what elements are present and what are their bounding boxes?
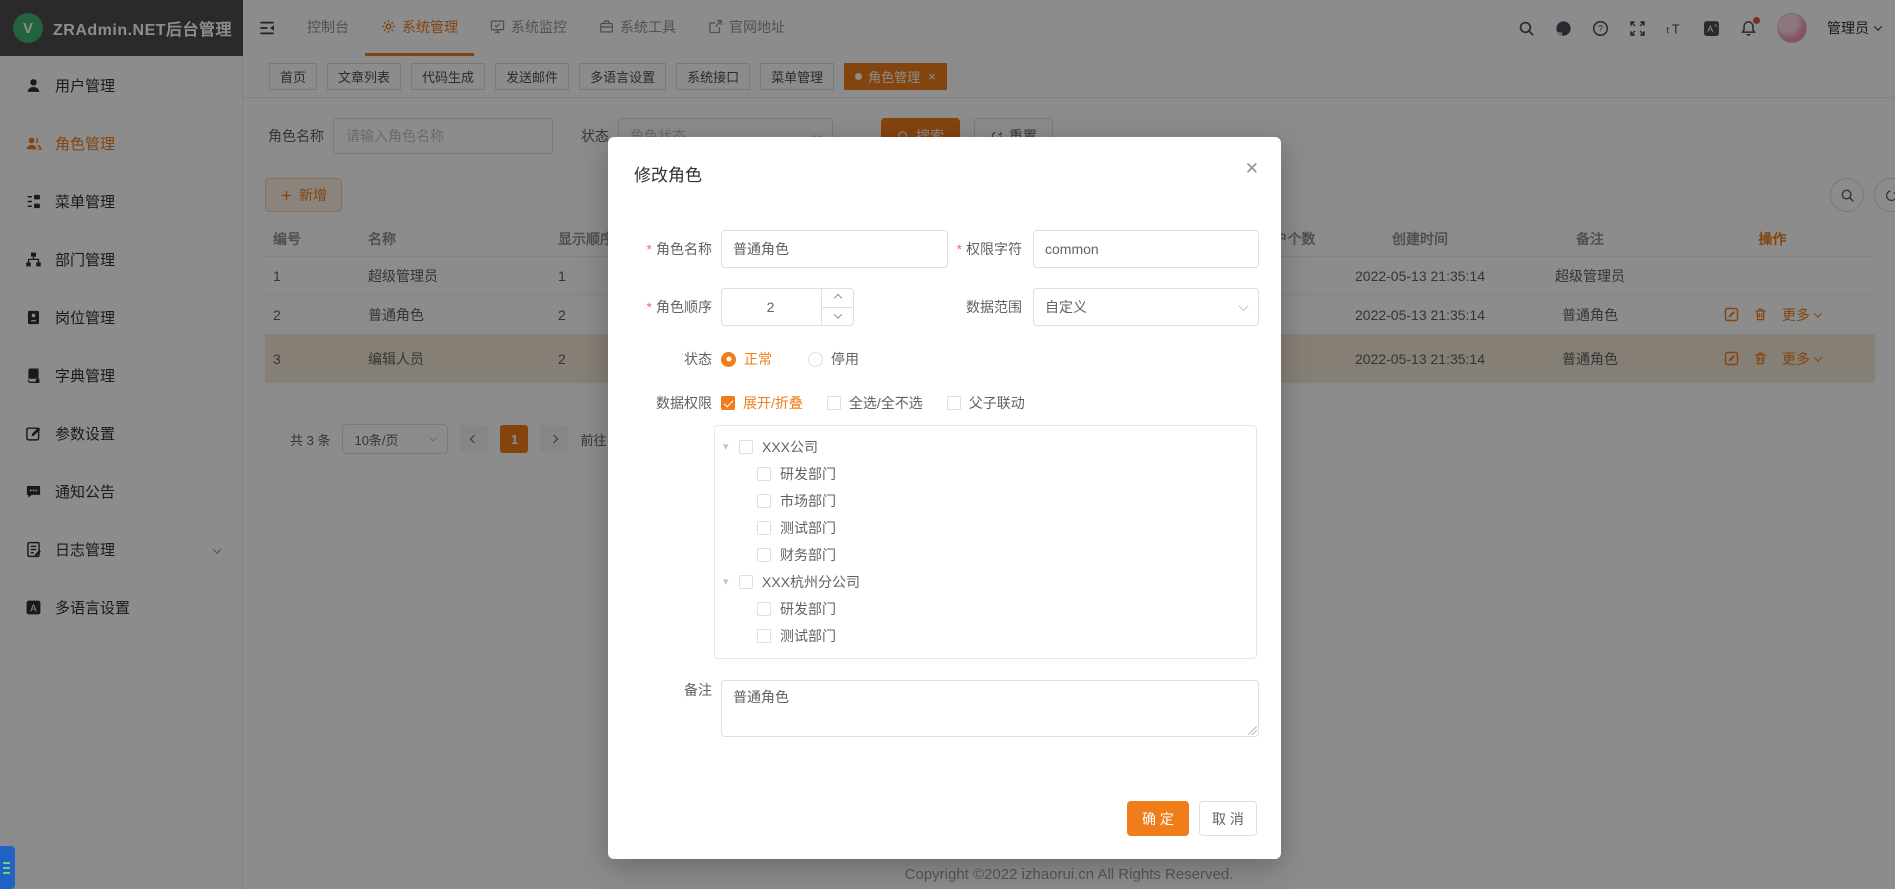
data-perm-options: 展开/折叠 全选/全不选 父子联动 bbox=[721, 392, 1049, 414]
tree-checkbox[interactable] bbox=[757, 467, 771, 481]
caret-down-icon[interactable]: ▾ bbox=[723, 575, 739, 588]
tree-leaf[interactable]: 财务部门 bbox=[715, 541, 1256, 568]
tree-checkbox[interactable] bbox=[757, 521, 771, 535]
role-order-field-label: *角色顺序 bbox=[608, 288, 712, 326]
increase-button[interactable] bbox=[822, 289, 853, 308]
tree-checkbox[interactable] bbox=[757, 602, 771, 616]
edit-role-dialog: 修改角色 ✕ *角色名称 *权限字符 *角色顺序 数据范围 自定义 状态 正常 停… bbox=[608, 137, 1281, 859]
department-tree: ▾XXX公司研发部门市场部门测试部门财务部门▾XXX杭州分公司研发部门测试部门 bbox=[714, 425, 1257, 659]
status-field-label: 状态 bbox=[608, 340, 712, 378]
chevron-down-icon bbox=[1239, 301, 1249, 311]
status-radio-停用[interactable]: 停用 bbox=[808, 349, 859, 369]
tree-checkbox[interactable] bbox=[757, 494, 771, 508]
tree-leaf[interactable]: 研发部门 bbox=[715, 595, 1256, 622]
tree-leaf[interactable]: 市场部门 bbox=[715, 487, 1256, 514]
close-icon[interactable]: ✕ bbox=[1245, 159, 1259, 179]
tree-node[interactable]: ▾XXX公司 bbox=[715, 433, 1256, 460]
tree-leaf[interactable]: 测试部门 bbox=[715, 514, 1256, 541]
data-scope-select[interactable]: 自定义 bbox=[1033, 288, 1259, 326]
tree-checkbox[interactable] bbox=[757, 629, 771, 643]
caret-down-icon[interactable]: ▾ bbox=[723, 440, 739, 453]
perm-char-input[interactable] bbox=[1033, 230, 1259, 268]
decrease-button[interactable] bbox=[822, 308, 853, 326]
tree-leaf[interactable]: 测试部门 bbox=[715, 622, 1256, 649]
remark-textarea[interactable]: 普通角色 bbox=[721, 680, 1259, 737]
data-scope-field-label: 数据范围 bbox=[908, 288, 1022, 326]
role-name-field-label: *角色名称 bbox=[608, 230, 712, 268]
perm-option-全选/全不选[interactable]: 全选/全不选 bbox=[827, 393, 923, 413]
status-radio-正常[interactable]: 正常 bbox=[721, 349, 772, 369]
perm-option-展开/折叠[interactable]: 展开/折叠 bbox=[721, 393, 803, 413]
tree-checkbox[interactable] bbox=[739, 440, 753, 454]
remark-field-label: 备注 bbox=[608, 671, 712, 709]
status-widget bbox=[0, 846, 15, 889]
cancel-button[interactable]: 取 消 bbox=[1199, 801, 1257, 836]
perm-char-field-label: *权限字符 bbox=[908, 230, 1022, 268]
tree-checkbox[interactable] bbox=[757, 548, 771, 562]
status-radio-group: 正常 停用 bbox=[721, 348, 859, 370]
perm-option-父子联动[interactable]: 父子联动 bbox=[947, 393, 1025, 413]
tree-leaf[interactable]: 研发部门 bbox=[715, 460, 1256, 487]
role-order-input[interactable] bbox=[722, 289, 819, 325]
dialog-title: 修改角色 bbox=[634, 161, 702, 186]
confirm-button[interactable]: 确 定 bbox=[1127, 801, 1189, 836]
role-order-stepper bbox=[721, 288, 854, 326]
tree-checkbox[interactable] bbox=[739, 575, 753, 589]
tree-node[interactable]: ▾XXX杭州分公司 bbox=[715, 568, 1256, 595]
data-perm-field-label: 数据权限 bbox=[608, 384, 712, 422]
resize-handle[interactable] bbox=[1248, 726, 1257, 735]
